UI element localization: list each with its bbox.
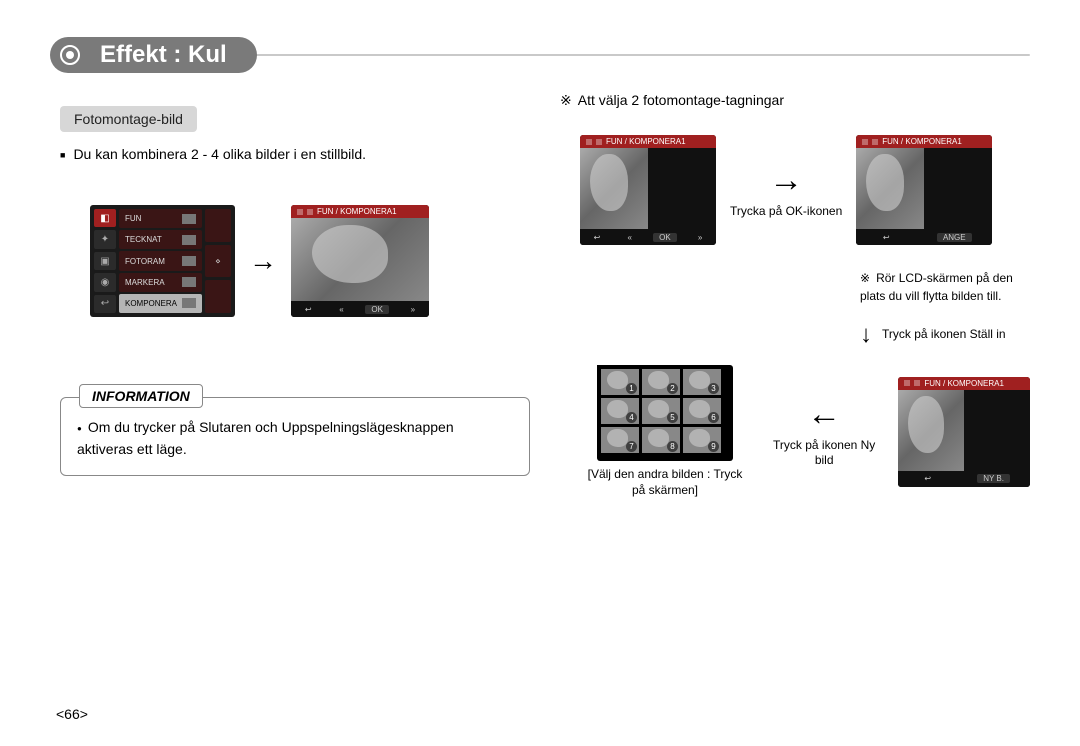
menu-icon-frame: ▣ <box>94 252 116 270</box>
photo-empty-slot <box>964 390 1030 471</box>
menu-icon-return: ↩ <box>94 295 116 313</box>
grid-caption: [Välj den andra bilden : Tryck på skärme… <box>580 467 750 498</box>
menu-item-fun: FUN <box>119 209 202 228</box>
grid-cell[interactable]: 2 <box>642 369 680 395</box>
return-icon <box>299 305 318 314</box>
page-title: Effekt : Kul <box>50 37 257 73</box>
screen-header-text: FUN / KOMPONERA1 <box>317 207 397 216</box>
grid-cell[interactable]: 5 <box>642 398 680 424</box>
step3-caption: Tryck på ikonen Ny bild <box>764 438 884 469</box>
title-rule <box>245 54 1030 56</box>
page-title-text: Effekt : Kul <box>100 41 227 68</box>
return-icon <box>588 233 607 242</box>
preview-thumb-2: ⋄ <box>205 245 231 278</box>
menu-icon-cam: ◉ <box>94 273 116 291</box>
photo-preview <box>291 218 429 301</box>
grid-cell[interactable]: 8 <box>642 427 680 453</box>
grid-cell[interactable]: 7 <box>601 427 639 453</box>
information-box: INFORMATION Om du trycker på Slutaren oc… <box>60 397 530 476</box>
ok-button-2[interactable]: OK <box>653 233 677 242</box>
menu-item-tecknat: TECKNAT <box>119 230 202 249</box>
title-bar: Effekt : Kul <box>50 35 1030 75</box>
grid-cell[interactable]: 4 <box>601 398 639 424</box>
screen-header: FUN / KOMPONERA1 <box>291 205 429 218</box>
camera-preview-screen-3: FUN / KOMPONERA1 ANGE <box>856 135 992 245</box>
photo-empty-slot <box>924 148 992 229</box>
menu-icon-fun: ◧ <box>94 209 116 227</box>
thumbnail-grid-screen: 1 2 3 4 5 6 7 8 9 <box>597 365 733 461</box>
information-label: INFORMATION <box>79 384 203 408</box>
right-icon <box>405 305 421 314</box>
menu-item-fotoram: FOTORAM <box>119 251 202 270</box>
lcd-note: Rör LCD-skärmen på den plats du vill fly… <box>860 269 1030 305</box>
photo-empty-slot <box>648 148 716 229</box>
page-number: <66> <box>56 706 88 722</box>
photo-left <box>580 148 648 229</box>
step1-caption: Trycka på OK-ikonen <box>730 204 842 220</box>
information-text: Om du trycker på Slutaren och Uppspelnin… <box>77 416 513 461</box>
left-icon <box>622 233 638 242</box>
preview-thumb-3 <box>205 280 231 313</box>
camera-menu-screen: ◧ ✦ ▣ ◉ ↩ FUN TECKNAT FOTORAM MARKERA KO… <box>90 205 235 317</box>
photo-left <box>898 390 964 471</box>
subheading-tab: Fotomontage-bild <box>60 106 197 132</box>
arrow-right-icon: → <box>769 161 803 200</box>
arrow-left-icon: ← <box>807 395 841 434</box>
intro-text: Du kan kombinera 2 - 4 olika bilder i en… <box>60 144 530 165</box>
camera-preview-screen-4: FUN / KOMPONERA1 NY B. <box>898 377 1030 487</box>
right-icon <box>692 233 708 242</box>
grid-cell[interactable]: 6 <box>683 398 721 424</box>
arrow-right-icon: → <box>249 245 277 277</box>
ange-button[interactable]: ANGE <box>937 233 972 242</box>
return-icon <box>918 474 937 483</box>
arrow-down-icon: ↓ <box>860 323 872 347</box>
left-icon <box>333 305 349 314</box>
preview-thumb-1 <box>205 209 231 242</box>
grid-cell[interactable]: 9 <box>683 427 721 453</box>
ok-button[interactable]: OK <box>365 305 389 314</box>
menu-item-komponera: KOMPONERA <box>119 294 202 313</box>
menu-item-markera: MARKERA <box>119 273 202 292</box>
return-icon <box>877 233 896 242</box>
subheading-text: Fotomontage-bild <box>74 111 183 127</box>
photo-left <box>856 148 924 229</box>
menu-icon-star: ✦ <box>94 230 116 248</box>
camera-preview-screen-1: FUN / KOMPONERA1 OK <box>291 205 429 317</box>
step2-caption: Tryck på ikonen Ställ in <box>882 327 1006 343</box>
right-heading: Att välja 2 fotomontage-tagningar <box>560 90 1030 111</box>
screen-footer: OK <box>291 301 429 317</box>
camera-preview-screen-2: FUN / KOMPONERA1 OK <box>580 135 716 245</box>
grid-cell[interactable]: 3 <box>683 369 721 395</box>
grid-cell[interactable]: 1 <box>601 369 639 395</box>
title-bullet-icon <box>60 45 80 65</box>
nyb-button[interactable]: NY B. <box>977 474 1010 483</box>
